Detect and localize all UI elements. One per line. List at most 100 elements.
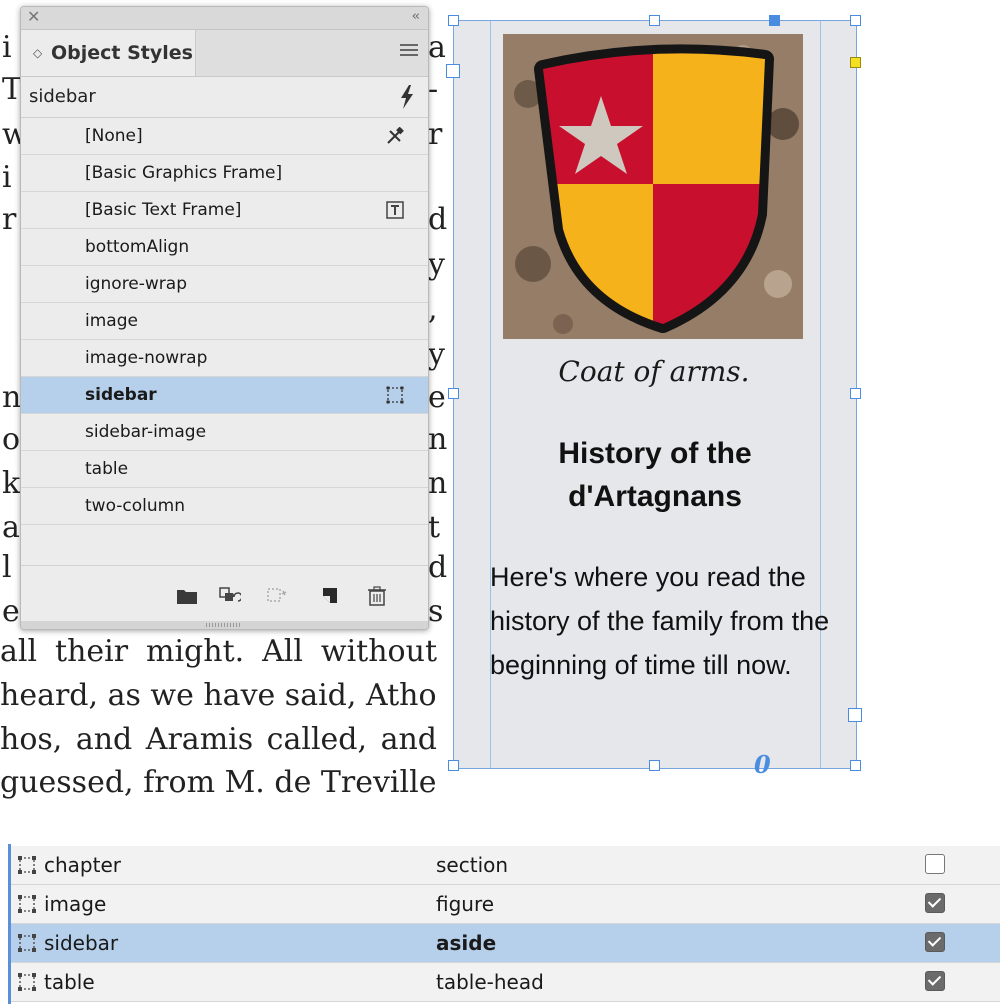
style-label: sidebar xyxy=(85,385,157,405)
export-tag[interactable]: table-head xyxy=(436,963,544,1001)
document-fragment: t xyxy=(428,510,441,545)
style-name: table xyxy=(44,970,95,994)
in-port-handle[interactable] xyxy=(446,64,460,78)
panel-resize-grip[interactable] xyxy=(21,621,428,629)
resize-handle[interactable] xyxy=(850,15,861,26)
table-row[interactable]: sidebar aside xyxy=(11,924,1000,963)
document-fragment: e xyxy=(2,594,20,629)
style-row-basic-graphics-frame[interactable]: [Basic Graphics Frame] xyxy=(21,155,428,192)
apply-style-icon[interactable] xyxy=(219,586,241,606)
style-row-table[interactable]: table xyxy=(21,451,428,488)
table-row[interactable]: chapter section xyxy=(11,846,1000,885)
style-label: [Basic Text Frame] xyxy=(85,200,242,220)
document-fragment: y xyxy=(428,337,445,372)
resize-handle[interactable] xyxy=(448,388,459,399)
resize-handle[interactable] xyxy=(649,15,660,26)
export-checkbox[interactable] xyxy=(925,932,945,952)
style-row-image[interactable]: image xyxy=(21,303,428,340)
close-icon[interactable]: ✕ xyxy=(27,8,40,26)
tab-label: Object Styles xyxy=(51,42,193,64)
export-tag[interactable]: section xyxy=(436,846,508,884)
style-name: sidebar xyxy=(44,931,119,955)
style-label: [Basic Graphics Frame] xyxy=(85,163,283,183)
style-label: image-nowrap xyxy=(85,348,208,368)
document-fragment: T xyxy=(2,72,23,107)
clear-overrides-icon[interactable] xyxy=(266,586,288,606)
document-fragment: r xyxy=(428,117,443,152)
resize-handle[interactable] xyxy=(850,760,861,771)
export-checkbox[interactable] xyxy=(925,854,945,874)
document-fragment: n xyxy=(428,422,448,457)
current-style-bar: sidebar xyxy=(21,77,428,118)
document-fragment: i xyxy=(2,30,12,65)
frame-style-icon xyxy=(18,895,36,913)
document-fragment: o xyxy=(2,422,21,457)
image-caption: Coat of arms. xyxy=(558,355,750,388)
style-row-image-nowrap[interactable]: image-nowrap xyxy=(21,340,428,377)
style-row-bottomalign[interactable]: bottomAlign xyxy=(21,229,428,266)
document-fragment: i xyxy=(2,160,12,195)
resize-handle[interactable] xyxy=(448,760,459,771)
style-label: [None] xyxy=(85,126,143,146)
style-row-ignore-wrap[interactable]: ignore-wrap xyxy=(21,266,428,303)
panel-menu-icon[interactable] xyxy=(400,44,418,59)
frame-style-icon xyxy=(18,973,36,991)
resize-handle[interactable] xyxy=(850,388,861,399)
panel-tabbar: ◇ Object Styles xyxy=(21,30,428,77)
style-label: two-column xyxy=(85,496,185,516)
live-corner-handle[interactable] xyxy=(850,57,861,68)
document-fragment: k xyxy=(2,466,21,501)
object-styles-panel: ✕ ‹‹ ◇ Object Styles sidebar [None] [Bas… xyxy=(20,6,429,630)
trash-icon[interactable] xyxy=(366,586,388,606)
document-line: guessed, from M. de Treville’s xyxy=(0,765,437,800)
collapse-panel-icon[interactable]: ‹‹ xyxy=(412,9,421,25)
style-label: table xyxy=(85,459,129,479)
document-fragment: d xyxy=(428,202,448,237)
style-row-two-column[interactable]: two-column xyxy=(21,488,428,525)
panel-titlebar: ✕ ‹‹ xyxy=(21,7,428,30)
style-row-sidebar[interactable]: sidebar xyxy=(21,377,428,414)
tab-object-styles[interactable]: ◇ Object Styles xyxy=(21,30,196,76)
export-tags-table: chapter section image figure sidebar asi… xyxy=(8,844,1000,1004)
style-list: [None] [Basic Graphics Frame] [Basic Tex… xyxy=(21,118,428,548)
eraser-icon[interactable] xyxy=(386,127,404,145)
document-fragment: r xyxy=(2,202,17,237)
out-port-handle[interactable] xyxy=(848,708,862,722)
frame-style-icon xyxy=(18,934,36,952)
export-tag[interactable]: figure xyxy=(436,885,494,923)
style-name: chapter xyxy=(44,853,121,877)
coat-of-arms-image[interactable] xyxy=(503,34,803,339)
document-fragment: , xyxy=(428,292,438,327)
folder-icon[interactable] xyxy=(176,586,198,606)
document-fragment: a xyxy=(2,510,20,545)
export-checkbox[interactable] xyxy=(925,893,945,913)
tab-sort-icon: ◇ xyxy=(33,46,43,60)
style-label: bottomAlign xyxy=(85,237,190,257)
style-row-sidebar-image[interactable]: sidebar-image xyxy=(21,414,428,451)
quick-apply-icon[interactable] xyxy=(400,85,414,109)
link-handle[interactable] xyxy=(769,15,780,26)
document-fragment: n xyxy=(428,466,448,501)
document-fragment: e xyxy=(428,380,446,415)
export-checkbox[interactable] xyxy=(925,971,945,991)
sidebar-body-text: Here's where you read the history of the… xyxy=(490,562,830,680)
overset-text-marker[interactable]: 0 xyxy=(754,750,771,779)
sidebar-heading: History of the d'Artagnans xyxy=(558,437,752,513)
style-row-basic-text-frame[interactable]: [Basic Text Frame] xyxy=(21,192,428,229)
document-line: heard, as we have said, Athos, xyxy=(0,678,437,713)
resize-handle[interactable] xyxy=(649,760,660,771)
table-row[interactable]: table table-head xyxy=(11,963,1000,1002)
panel-footer xyxy=(21,565,428,622)
document-fragment: n xyxy=(2,380,22,415)
frame-icon xyxy=(386,386,404,404)
table-row[interactable]: image figure xyxy=(11,885,1000,924)
new-style-icon[interactable] xyxy=(319,586,341,606)
document-fragment: l xyxy=(2,550,12,585)
resize-handle[interactable] xyxy=(448,15,459,26)
document-line: all their might. All without xyxy=(0,634,437,669)
document-fragment: - xyxy=(428,72,439,107)
text-frame-icon xyxy=(386,201,404,219)
style-row-none[interactable]: [None] xyxy=(21,118,428,155)
style-label: image xyxy=(85,311,138,331)
export-tag[interactable]: aside xyxy=(436,924,496,962)
